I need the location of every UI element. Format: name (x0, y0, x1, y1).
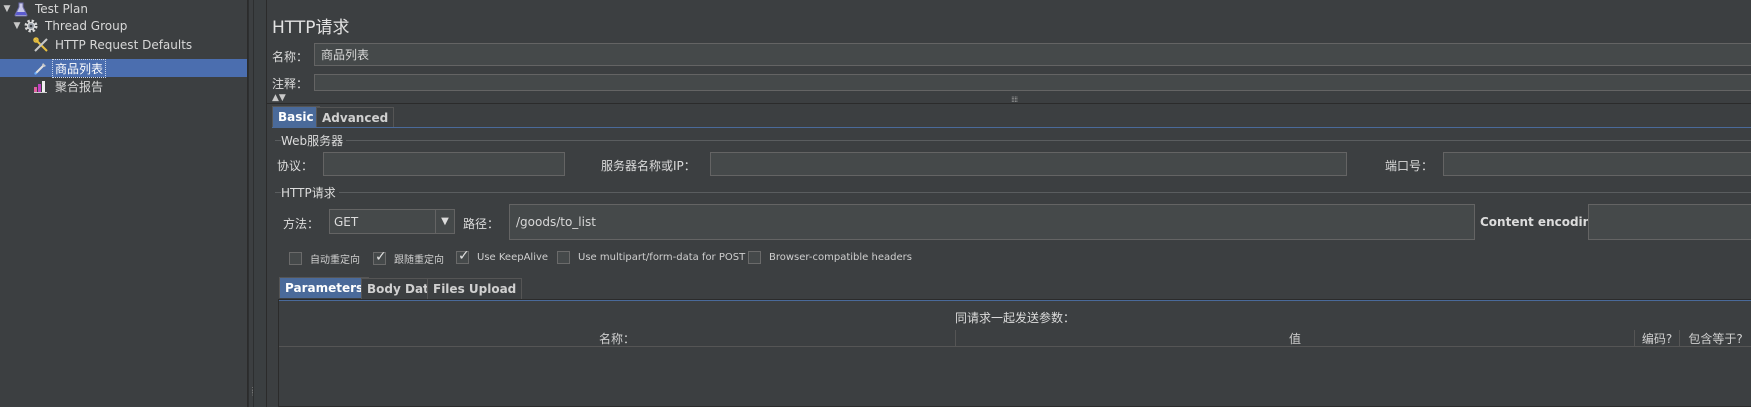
flask-icon (12, 1, 30, 17)
port-field[interactable] (1443, 152, 1751, 176)
path-label: 路径： (463, 217, 500, 231)
protocol-label: 协议： (277, 159, 314, 173)
checkbox-label: Use KeepAlive (477, 252, 549, 263)
tree-item-label: 聚合报告 (55, 79, 104, 94)
checkbox-label: Browser-compatible headers (769, 252, 912, 263)
web-server-group-title: Web服务器 (281, 132, 347, 149)
tab-underline (279, 300, 1751, 301)
pipette-icon (32, 60, 50, 76)
checkbox-box[interactable] (456, 248, 470, 264)
chevron-down-icon[interactable]: ▼ (435, 210, 454, 233)
collapse-arrows-icon[interactable]: ▲▼ (272, 93, 286, 103)
encoding-field[interactable] (1588, 204, 1751, 240)
encoding-label: Content encoding: (1480, 215, 1605, 229)
expand-arrow-icon[interactable]: ▼ (12, 21, 22, 31)
checkbox-box[interactable] (748, 251, 761, 264)
test-plan-tree[interactable]: ▼ Test Plan ▼ Thread Group HTTP Request … (0, 0, 248, 407)
path-field[interactable]: /goods/to_list (509, 204, 1475, 240)
report-chart-icon (32, 78, 50, 94)
http-request-panel: HTTP请求 名称： 商品列表 注释： ▲▼ ⁞⁞⁞⁞ Basic Advanc… (266, 0, 1751, 407)
name-label: 名称： (272, 50, 309, 64)
expand-arrow-icon[interactable]: ▼ (2, 4, 12, 14)
auto-redirect-checkbox[interactable]: 自动重定向 (289, 251, 360, 266)
http-request-group-title: HTTP请求 (281, 184, 339, 201)
column-header-name[interactable]: 名称： (279, 330, 956, 347)
tab-parameters[interactable]: Parameters (279, 277, 370, 298)
wrench-screwdriver-icon (32, 37, 50, 53)
protocol-field[interactable] (323, 152, 565, 176)
method-label: 方法： (283, 217, 320, 231)
checkbox-box[interactable] (373, 249, 387, 265)
method-value: GET (334, 214, 359, 229)
name-field[interactable]: 商品列表 (314, 43, 1751, 66)
tree-item-label: HTTP Request Defaults (55, 38, 193, 52)
column-header-value[interactable]: 值 (956, 330, 1635, 347)
tab-underline (272, 127, 1751, 128)
tree-item-thread-group[interactable]: ▼ Thread Group (12, 17, 129, 35)
multipart-checkbox[interactable]: Use multipart/form-data for POST (557, 251, 745, 264)
splitter-grip-icon[interactable]: ⋮ ⋮ (249, 387, 256, 397)
tab-advanced[interactable]: Advanced (316, 107, 395, 128)
comment-label: 注释： (272, 77, 309, 91)
checkbox-label: 自动重定向 (310, 255, 360, 266)
tree-item-label: Test Plan (35, 2, 88, 16)
tree-item-http-defaults[interactable]: HTTP Request Defaults (32, 36, 194, 54)
column-header-encode[interactable]: 编码? (1635, 330, 1680, 347)
gear-icon (22, 18, 40, 34)
keepalive-checkbox[interactable]: Use KeepAlive (456, 248, 549, 264)
tab-basic[interactable]: Basic (272, 106, 320, 127)
comment-field[interactable] (314, 74, 1751, 91)
follow-redirects-checkbox[interactable]: 跟随重定向 (373, 249, 444, 266)
server-label: 服务器名称或IP： (601, 159, 696, 173)
tree-item-label: 商品列表 (51, 58, 107, 78)
port-label: 端口号： (1385, 159, 1434, 173)
checkbox-label: Use multipart/form-data for POST (578, 252, 746, 263)
browser-compatible-headers-checkbox[interactable]: Browser-compatible headers (748, 251, 912, 264)
panel-splitter[interactable]: ⋮ ⋮ (248, 0, 256, 407)
group-border (275, 192, 1751, 193)
server-field[interactable] (710, 152, 1347, 176)
parameters-table[interactable]: 同请求一起发送参数： 名称： 值 编码? 包含等于? (278, 299, 1751, 407)
tab-files-upload[interactable]: Files Upload (427, 278, 523, 299)
tree-item-aggregate-report[interactable]: 聚合报告 (32, 77, 105, 95)
tree-item-test-plan[interactable]: ▼ Test Plan (2, 0, 90, 18)
checkbox-box[interactable] (557, 251, 570, 264)
group-border (275, 140, 1751, 141)
column-header-include-equals[interactable]: 包含等于? (1680, 330, 1751, 347)
method-select[interactable]: GET ▼ (329, 209, 455, 234)
page-title: HTTP请求 (272, 18, 350, 38)
divider (267, 103, 1751, 104)
params-caption: 同请求一起发送参数： (954, 311, 1075, 325)
tree-item-label: Thread Group (45, 19, 128, 33)
checkbox-label: 跟随重定向 (394, 255, 444, 266)
checkbox-box[interactable] (289, 252, 302, 265)
tree-item-goods-list[interactable]: 商品列表 (0, 58, 247, 78)
